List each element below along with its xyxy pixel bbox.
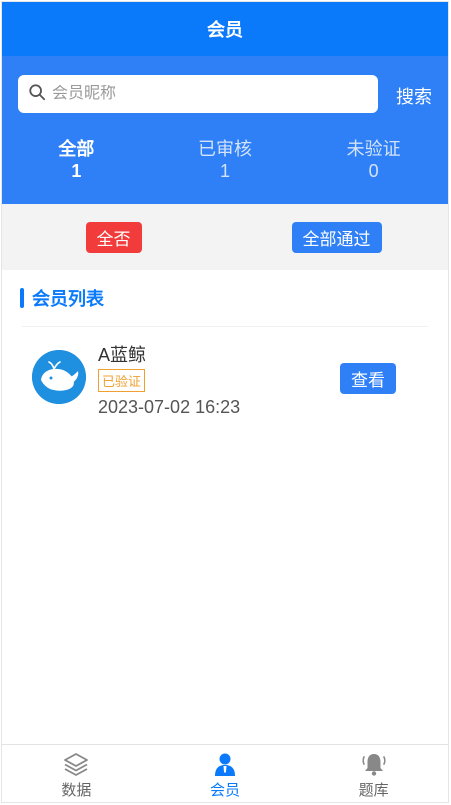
search-button[interactable]: 搜索 — [396, 83, 432, 109]
stat-unverified[interactable]: 未验证 0 — [299, 138, 448, 182]
approve-cell: 全部通过 — [225, 221, 448, 253]
stat-count: 1 — [71, 161, 82, 181]
tab-label: 题库 — [358, 782, 389, 799]
member-timestamp: 2023-07-02 16:23 — [98, 397, 241, 417]
stat-count: 0 — [368, 161, 379, 181]
tab-question-bank[interactable]: 题库 — [299, 745, 448, 802]
stat-label: 已审核 — [198, 139, 252, 159]
stat-reviewed[interactable]: 已审核 1 — [151, 138, 300, 182]
search-input[interactable] — [52, 85, 352, 103]
stat-label: 全部 — [58, 139, 95, 159]
whale-icon — [32, 350, 86, 404]
stats-row: 全部 1 已审核 1 未验证 0 — [2, 138, 448, 182]
section-title: 会员列表 — [32, 289, 104, 309]
section-accent-bar — [20, 288, 24, 308]
reject-cell: 全否 — [2, 221, 225, 253]
approve-all-button[interactable]: 全部通过 — [291, 221, 382, 253]
stat-count: 1 — [220, 161, 231, 181]
member-name: A蓝鲸 — [98, 345, 147, 365]
tab-label: 数据 — [61, 782, 92, 799]
tab-data[interactable]: 数据 — [2, 745, 151, 802]
status-badge: 已验证 — [98, 369, 146, 392]
stat-all[interactable]: 全部 1 — [2, 138, 151, 182]
app-frame: 会员 搜索 全部 1 已审核 1 未验证 0 全否 — [1, 1, 449, 803]
header-panel: 搜索 全部 1 已审核 1 未验证 0 — [2, 56, 448, 204]
top-bar: 会员 — [2, 2, 448, 56]
tab-label: 会员 — [210, 782, 241, 799]
stat-label: 未验证 — [346, 139, 401, 159]
section-header: 会员列表 — [2, 270, 448, 326]
user-icon — [215, 753, 235, 776]
tab-bar: 数据 会员 题库 — [2, 744, 448, 802]
page-title: 会员 — [207, 20, 243, 40]
search-icon — [28, 83, 46, 106]
bell-icon — [362, 754, 386, 776]
view-button[interactable]: 查看 — [340, 363, 396, 394]
reject-all-button[interactable]: 全否 — [85, 221, 142, 253]
list-item: A蓝鲸 已验证 2023-07-02 16:23 查看 — [2, 327, 448, 427]
bulk-actions: 全否 全部通过 — [2, 204, 448, 270]
search-box[interactable] — [18, 75, 378, 113]
avatar — [32, 350, 86, 404]
tab-members[interactable]: 会员 — [151, 745, 300, 802]
layers-icon — [64, 753, 89, 776]
